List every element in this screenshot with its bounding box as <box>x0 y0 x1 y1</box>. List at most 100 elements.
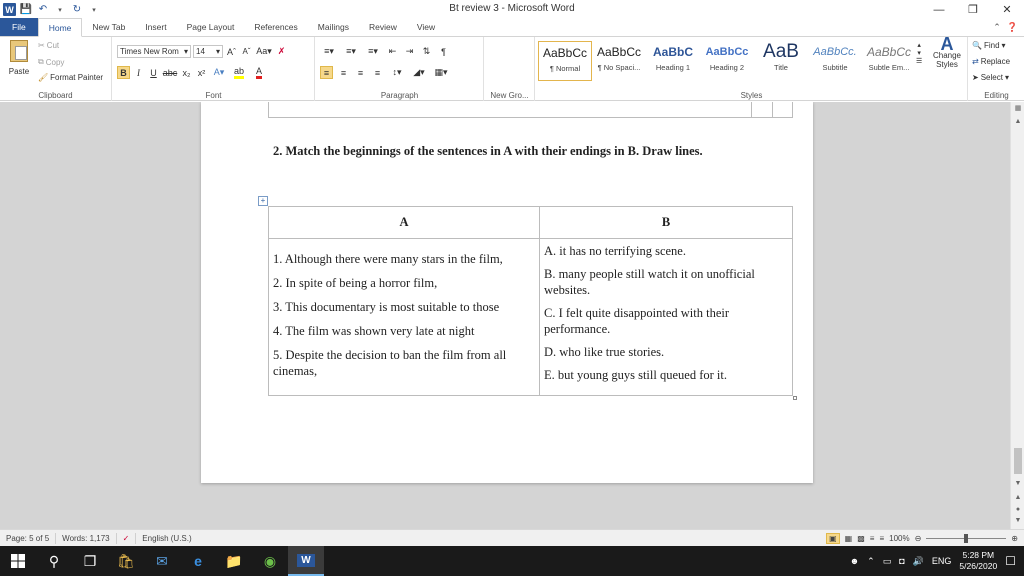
battery-icon[interactable]: ▭ <box>883 556 892 567</box>
edge-icon[interactable]: e <box>180 546 216 576</box>
numbering-icon[interactable]: ≡▾ <box>342 45 360 58</box>
show-hidden-icons-icon[interactable]: ⌃ <box>867 556 875 567</box>
tab-references[interactable]: References <box>244 18 307 36</box>
style-subtle-emphasis[interactable]: AaBbCс Subtle Em... <box>862 41 916 81</box>
zoom-in-icon[interactable]: ⊕ <box>1011 534 1018 543</box>
bold-icon[interactable]: B <box>117 66 130 79</box>
style-subtitle[interactable]: AaBbCc. Subtitle <box>808 41 862 81</box>
zoom-level[interactable]: 100% <box>889 534 909 543</box>
tab-review[interactable]: Review <box>359 18 407 36</box>
styles-gallery-scroll[interactable]: ▴ ▾ ☰ <box>916 41 922 65</box>
page-count[interactable]: Page: 5 of 5 <box>0 532 57 544</box>
grow-font-icon[interactable]: Aˆ <box>225 45 238 58</box>
minimize-ribbon-icon[interactable]: ⌃ <box>993 22 1001 33</box>
minimize-button[interactable]: — <box>922 0 956 19</box>
style-no-spacing[interactable]: AaBbCс ¶ No Spaci... <box>592 41 646 81</box>
outline-icon[interactable]: ≡ <box>870 534 875 543</box>
table-move-handle-icon[interactable]: + <box>258 196 268 206</box>
file-explorer-icon[interactable]: 📁 <box>216 546 252 576</box>
restore-button[interactable]: ❐ <box>956 0 990 19</box>
people-icon[interactable]: ☻ <box>850 556 859 566</box>
document-area[interactable]: 2. Match the beginnings of the sentences… <box>0 102 1010 529</box>
draft-icon[interactable]: ≡ <box>879 534 884 543</box>
cut-button[interactable]: ✂ Cut <box>38 41 59 50</box>
word-count[interactable]: Words: 1,173 <box>56 532 117 544</box>
input-language[interactable]: ENG <box>932 556 952 566</box>
align-right-icon[interactable]: ≡ <box>354 66 367 79</box>
word-taskbar-icon[interactable]: W <box>288 546 324 576</box>
clear-formatting-icon[interactable]: ✗ <box>275 45 288 58</box>
language-indicator[interactable]: English (U.S.) <box>136 533 197 544</box>
previous-page-icon[interactable]: ▲ <box>1011 494 1024 501</box>
bullets-icon[interactable]: ≡▾ <box>320 45 338 58</box>
change-styles-button[interactable]: A Change Styles <box>928 35 966 69</box>
increase-indent-icon[interactable]: ⇥ <box>403 45 416 58</box>
tab-page-layout[interactable]: Page Layout <box>177 18 245 36</box>
font-size-combobox[interactable]: 14 ▾ <box>193 45 223 58</box>
italic-icon[interactable]: I <box>132 66 145 79</box>
start-button[interactable] <box>0 546 36 576</box>
zoom-out-icon[interactable]: ⊖ <box>915 534 922 543</box>
proofing-status[interactable]: ✓ <box>117 532 137 544</box>
decrease-indent-icon[interactable]: ⇤ <box>386 45 399 58</box>
network-icon[interactable]: ◘ <box>899 556 904 566</box>
align-center-icon[interactable]: ≡ <box>337 66 350 79</box>
scroll-up-arrow-icon[interactable]: ▲ <box>1011 118 1024 125</box>
chrome-icon[interactable]: ◉ <box>252 546 288 576</box>
scrollbar-thumb[interactable] <box>1014 448 1022 474</box>
format-painter-button[interactable]: 🖌 Format Painter <box>38 73 103 82</box>
vertical-scrollbar[interactable]: ▦ ▲ ▼ ▲ ● ▼ <box>1010 102 1024 529</box>
replace-button[interactable]: ⇄ Replace <box>972 57 1010 66</box>
web-layout-icon[interactable]: ▩ <box>857 534 865 543</box>
justify-icon[interactable]: ≡ <box>371 66 384 79</box>
font-color-icon[interactable]: A <box>250 66 268 79</box>
paste-button[interactable]: Paste <box>6 40 32 76</box>
task-view-icon[interactable]: ❐ <box>72 546 108 576</box>
customize-qat-icon[interactable]: ▾ <box>87 3 101 17</box>
show-formatting-icon[interactable]: ¶ <box>437 45 450 58</box>
strikethrough-icon[interactable]: abc <box>162 66 178 79</box>
highlight-icon[interactable]: ab <box>230 66 248 79</box>
tab-mailings[interactable]: Mailings <box>308 18 359 36</box>
subscript-icon[interactable]: x₂ <box>180 66 193 79</box>
word-logo-icon[interactable]: W <box>3 3 16 16</box>
undo-icon[interactable]: ↶ <box>36 3 50 17</box>
copy-button[interactable]: ⧉ Copy <box>38 57 64 67</box>
store-icon[interactable]: 🛍 <box>108 546 144 576</box>
tab-file[interactable]: File <box>0 18 38 36</box>
help-icon[interactable]: ❓ <box>1007 22 1018 33</box>
line-spacing-icon[interactable]: ↕▾ <box>388 66 406 79</box>
tab-new-tab[interactable]: New Tab <box>82 18 135 36</box>
tab-insert[interactable]: Insert <box>135 18 176 36</box>
scroll-down-arrow-icon[interactable]: ▼ <box>1011 480 1024 487</box>
browse-object-icon[interactable]: ● <box>1011 506 1024 513</box>
search-icon[interactable]: ⚲ <box>36 546 72 576</box>
superscript-icon[interactable]: x² <box>195 66 208 79</box>
ruler-toggle-icon[interactable]: ▦ <box>1011 104 1024 112</box>
tab-view[interactable]: View <box>407 18 445 36</box>
dropdown-icon[interactable]: ▾ <box>53 3 67 17</box>
save-icon[interactable]: 💾 <box>19 3 33 17</box>
redo-icon[interactable]: ↻ <box>70 3 84 17</box>
print-layout-icon[interactable]: ▣ <box>826 532 840 544</box>
notifications-icon[interactable]: ☐ <box>1005 554 1016 568</box>
find-button[interactable]: 🔍 Find ▾ <box>972 41 1006 50</box>
borders-icon[interactable]: ▦▾ <box>432 66 450 79</box>
shrink-font-icon[interactable]: Aˇ <box>240 45 253 58</box>
style-title[interactable]: AaB Title <box>754 41 808 81</box>
mail-icon[interactable]: ✉ <box>144 546 180 576</box>
volume-icon[interactable]: 🔊 <box>913 556 924 567</box>
next-page-icon[interactable]: ▼ <box>1011 517 1024 524</box>
multilevel-list-icon[interactable]: ≡▾ <box>364 45 382 58</box>
clock[interactable]: 5:28 PM 5/26/2020 <box>959 550 997 572</box>
shading-icon[interactable]: ◢▾ <box>410 66 428 79</box>
align-left-icon[interactable]: ≡ <box>320 66 333 79</box>
text-effects-icon[interactable]: A▾ <box>210 66 228 79</box>
style-normal[interactable]: AaBbCс ¶ Normal <box>538 41 592 81</box>
close-button[interactable]: ✕ <box>990 0 1024 19</box>
style-heading-2[interactable]: AaBbCc Heading 2 <box>700 41 754 81</box>
change-case-icon[interactable]: Aa▾ <box>255 45 273 58</box>
full-screen-reading-icon[interactable]: ▦ <box>845 534 853 543</box>
sort-icon[interactable]: ⇅ <box>420 45 433 58</box>
font-name-combobox[interactable]: Times New Rom ▾ <box>117 45 191 58</box>
